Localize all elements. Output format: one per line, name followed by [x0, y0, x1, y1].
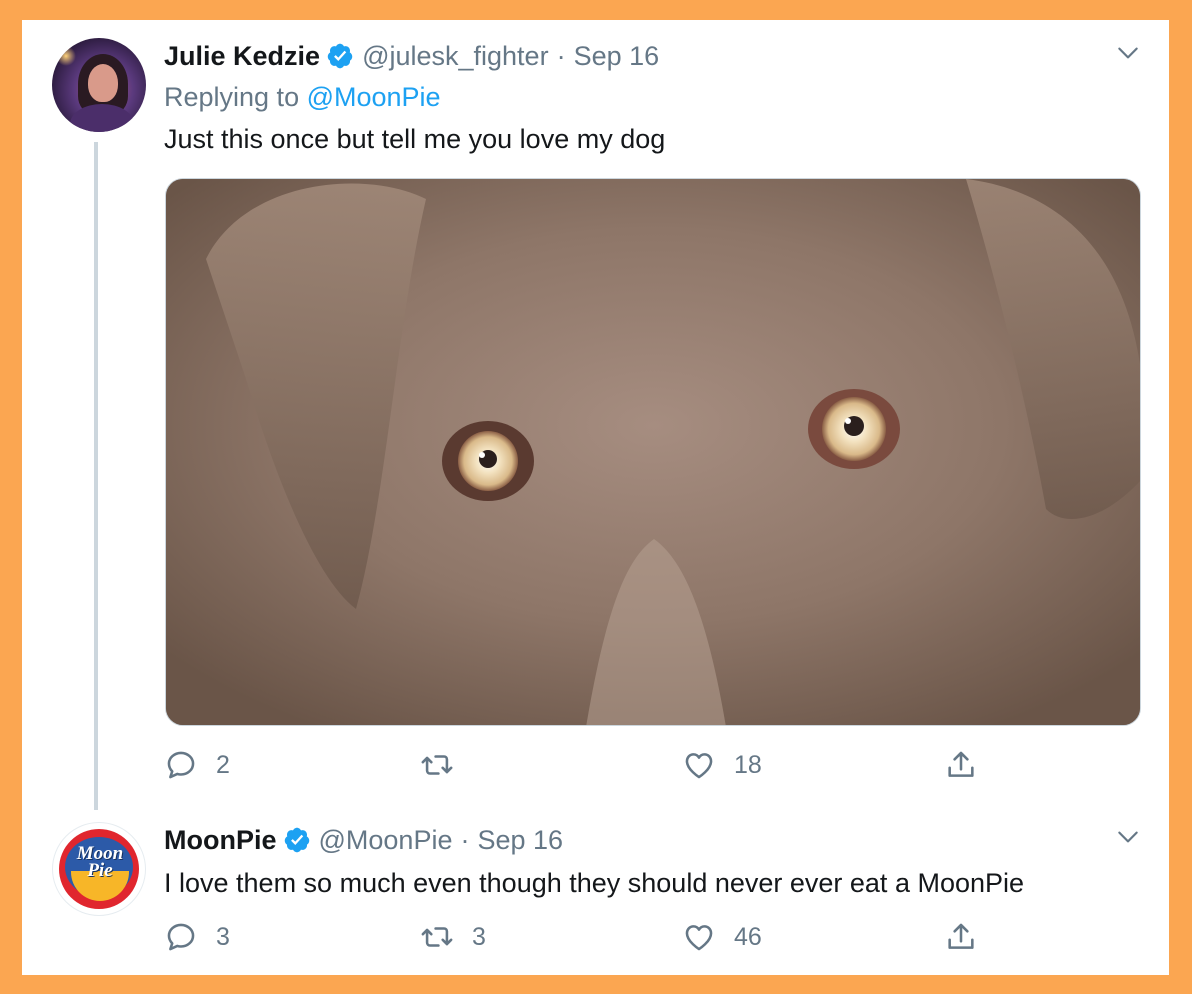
avatar-background-light	[56, 46, 76, 66]
share-icon	[948, 923, 974, 949]
retweet-icon	[421, 755, 453, 775]
reply-icon	[167, 923, 195, 951]
thread-connector-line	[94, 142, 98, 810]
reply-button[interactable]: 3	[164, 920, 230, 954]
retweet-button[interactable]: 3	[420, 920, 486, 954]
avatar-shoulders	[70, 104, 134, 132]
chevron-down-icon[interactable]	[1115, 40, 1141, 66]
moonpie-avatar[interactable]: Moon Pie	[52, 822, 146, 916]
author-name[interactable]: Julie Kedzie	[164, 41, 320, 72]
retweet-count: 3	[472, 922, 486, 951]
replying-to-mention[interactable]: @MoonPie	[307, 82, 441, 112]
replying-to-prefix: Replying to	[164, 82, 307, 112]
tweet-action-bar: 3 3 46	[164, 920, 984, 960]
tweet-header: MoonPie @MoonPie · Sep 16	[164, 820, 563, 860]
like-icon	[685, 753, 713, 779]
verified-badge-icon	[327, 43, 353, 69]
separator-dot: ·	[460, 824, 470, 855]
dog-photo-image	[166, 179, 1140, 725]
moonpie-logo-word-2: Pie	[87, 860, 113, 881]
retweet-icon	[421, 927, 453, 947]
tweet-photo[interactable]	[165, 178, 1141, 726]
julie-kedzie-avatar[interactable]	[52, 38, 146, 132]
like-button[interactable]: 46	[682, 920, 762, 954]
separator-dot: ·	[556, 40, 566, 71]
tweet-date[interactable]: Sep 16	[477, 825, 563, 856]
like-icon	[685, 925, 713, 951]
tweet-action-bar: 2 18	[164, 748, 984, 788]
reply-button[interactable]: 2	[164, 748, 230, 782]
share-button[interactable]	[944, 748, 996, 782]
tweet-date[interactable]: Sep 16	[574, 41, 660, 72]
tweet-thread-card: Julie Kedzie @julesk_fighter · Sep 16 Re…	[22, 20, 1169, 975]
like-count: 18	[734, 750, 762, 779]
reply-count: 3	[216, 922, 230, 951]
author-handle[interactable]: @MoonPie	[319, 825, 453, 856]
chevron-down-icon[interactable]	[1115, 824, 1141, 850]
reply-icon	[167, 751, 195, 779]
replying-to-line: Replying to @MoonPie	[164, 82, 441, 113]
moonpie-logo-text: Moon Pie	[61, 844, 139, 881]
retweet-button[interactable]	[420, 748, 472, 782]
like-count: 46	[734, 922, 762, 951]
tweet-text: Just this once but tell me you love my d…	[164, 124, 666, 154]
author-handle[interactable]: @julesk_fighter	[362, 41, 549, 72]
tweet-header: Julie Kedzie @julesk_fighter · Sep 16	[164, 36, 659, 76]
like-button[interactable]: 18	[682, 748, 762, 782]
reply-count: 2	[216, 750, 230, 779]
avatar-face	[88, 64, 118, 102]
author-name[interactable]: MoonPie	[164, 825, 277, 856]
tweet-text: I love them so much even though they sho…	[164, 868, 1025, 898]
share-icon	[948, 751, 974, 777]
share-button[interactable]	[944, 920, 996, 954]
verified-badge-icon	[284, 827, 309, 853]
